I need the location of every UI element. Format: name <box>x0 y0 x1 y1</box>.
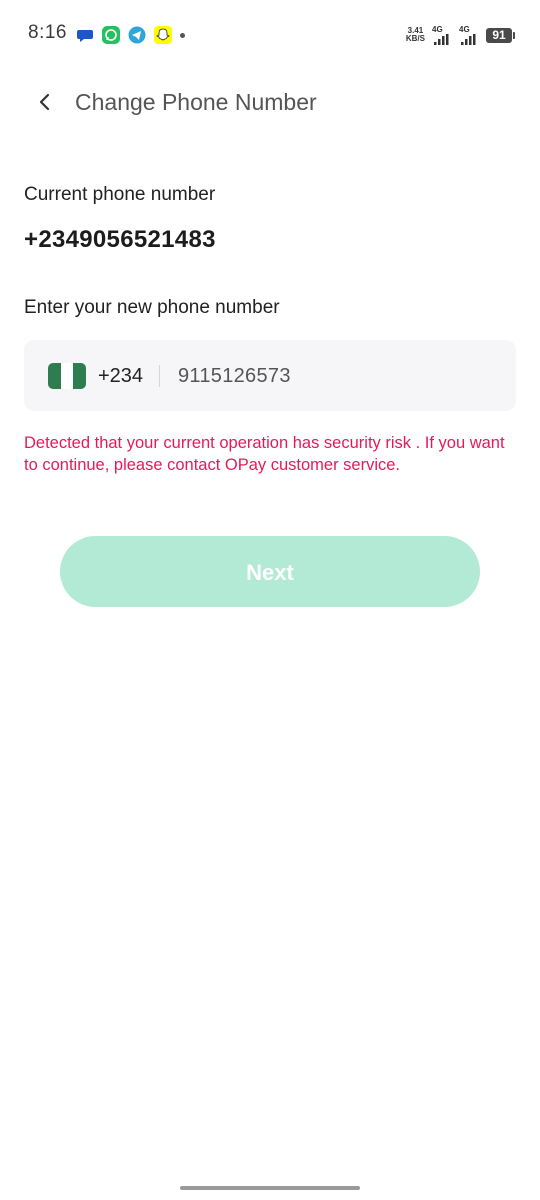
current-number-value: +2349056521483 <box>24 226 216 253</box>
signal-2: 4G <box>459 25 479 45</box>
country-code[interactable]: +234 <box>98 365 143 388</box>
signal-1-label: 4G <box>432 25 443 34</box>
new-phone-input[interactable]: +234 9115126573 <box>24 340 516 411</box>
notification-icons <box>76 25 185 45</box>
status-time: 8:16 <box>28 22 67 43</box>
network-speed: 3.41 KB/S <box>406 27 425 43</box>
signal-1: 4G <box>432 25 452 45</box>
home-indicator[interactable] <box>180 1186 360 1190</box>
message-icon <box>77 30 93 42</box>
more-notifications-dot <box>180 32 185 38</box>
whatsapp-icon <box>102 26 120 44</box>
nigeria-flag-icon[interactable] <box>48 363 86 389</box>
signal-2-label: 4G <box>459 25 470 34</box>
chevron-left-icon <box>39 93 50 111</box>
app-header: Change Phone Number <box>0 76 540 128</box>
phone-number-field[interactable]: 9115126573 <box>178 365 291 388</box>
speed-unit: KB/S <box>405 34 425 43</box>
input-divider <box>159 365 160 387</box>
security-risk-error: Detected that your current operation has… <box>24 434 505 474</box>
next-button[interactable]: Next <box>60 536 480 607</box>
signal-bars-icon <box>434 34 449 45</box>
current-number-label: Current phone number <box>24 184 216 205</box>
snapchat-icon <box>154 26 172 44</box>
telegram-icon <box>128 26 146 44</box>
signal-bars-icon <box>461 34 476 45</box>
new-number-label: Enter your new phone number <box>24 297 280 318</box>
battery-icon: 91 <box>486 27 515 43</box>
status-right: 3.41 KB/S 4G 4G 91 <box>406 24 515 46</box>
status-bar: 8:16 3.41 KB/S 4G 4G 91 <box>0 0 540 70</box>
back-button[interactable] <box>30 88 60 116</box>
page-title: Change Phone Number <box>75 89 317 115</box>
